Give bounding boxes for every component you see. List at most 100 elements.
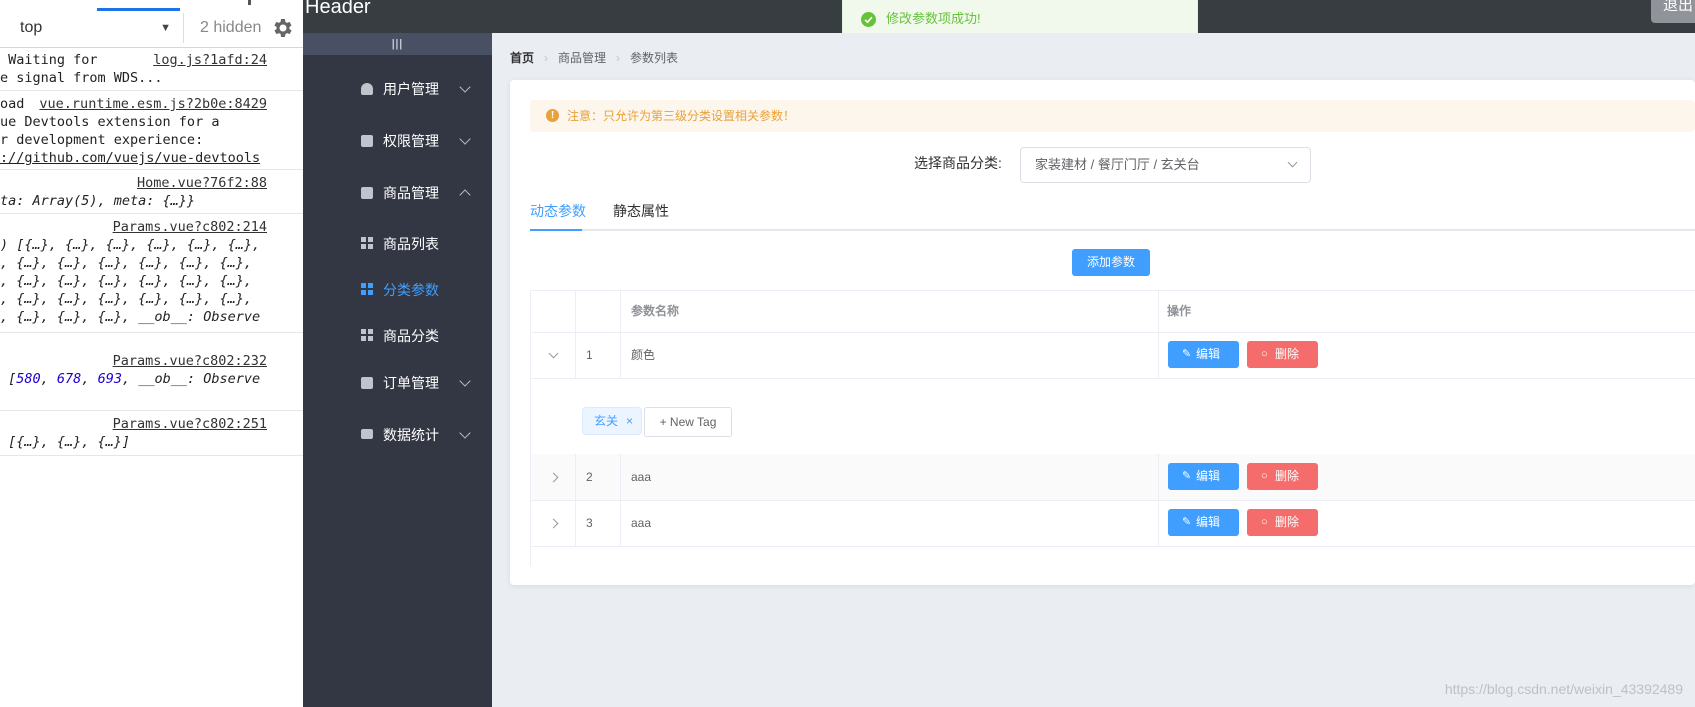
- delete-button[interactable]: ○ 删除: [1247, 463, 1318, 490]
- expand-cell[interactable]: [531, 454, 576, 500]
- sidebar-item-goods[interactable]: 商品管理: [303, 167, 492, 219]
- sidebar-subitem-label: 分类参数: [383, 282, 439, 298]
- breadcrumb-separator-icon: ›: [544, 51, 549, 65]
- console-source-link[interactable]: vue.runtime.esm.js?2b0e:8429: [39, 95, 267, 113]
- caret-down-icon: ▼: [160, 22, 171, 34]
- index-cell: 1: [576, 332, 621, 378]
- edit-label: 编辑: [1196, 347, 1221, 361]
- row-index: 1: [586, 348, 593, 362]
- console-line: , {…}, {…}, {…}, {…}, {…}, {…},: [0, 291, 252, 307]
- search-icon: ○: [1261, 470, 1268, 482]
- sidebar-item-users[interactable]: 用户管理: [303, 63, 492, 115]
- console-entry: log.js?1afd:24 Waiting for e signal from…: [0, 47, 303, 91]
- console-line: [{…}, {…}, {…}]: [0, 434, 131, 450]
- tab-static-attrs[interactable]: 静态属性: [613, 203, 669, 219]
- context-value: top: [20, 19, 43, 36]
- table-row: 3 aaa ✎ 编辑 ○ 删除: [531, 500, 1695, 547]
- console-line: oad: [0, 96, 25, 112]
- hidden-count[interactable]: 2 hidden: [200, 13, 261, 43]
- console-entry: vue.runtime.esm.js?2b0e:8429 oad ue Devt…: [0, 91, 303, 170]
- delete-button[interactable]: ○ 删除: [1247, 509, 1318, 536]
- console-entry: Home.vue?76f2:88 ta: Array(5), meta: {…}…: [0, 170, 303, 214]
- sidebar-item-label: 商品管理: [383, 185, 439, 201]
- alert-text: 注意：只允许为第三级分类设置相关参数！: [567, 109, 796, 123]
- console-link[interactable]: ://github.com/vuejs/vue-devtools: [0, 149, 260, 167]
- console-source-link[interactable]: Params.vue?c802:214: [113, 218, 267, 236]
- tab-dynamic-params[interactable]: 动态参数: [530, 203, 586, 219]
- cube-icon: [361, 135, 373, 147]
- main-content: 首页 › 商品管理 › 参数列表 ! 注意：只允许为第三级分类设置相关参数！ 选择商品分…: [492, 33, 1695, 707]
- actions-cell: ✎ 编辑 ○ 删除: [1159, 454, 1695, 500]
- bag-icon: [361, 187, 373, 199]
- sidebar-item-orders[interactable]: 订单管理: [303, 357, 492, 409]
- edit-button[interactable]: ✎ 编辑: [1168, 509, 1239, 536]
- devtools-console: top ▼ 2 hidden log.js?1afd:24 Waiting fo…: [0, 0, 304, 707]
- chevron-down-icon[interactable]: [548, 348, 559, 359]
- sidebar-subitem-params[interactable]: 分类参数: [303, 267, 492, 313]
- console-source-link[interactable]: Params.vue?c802:251: [113, 415, 267, 433]
- delete-label: 删除: [1275, 515, 1300, 529]
- delete-label: 删除: [1275, 347, 1300, 361]
- console-number: 693: [97, 371, 122, 387]
- chevron-down-icon: [1287, 157, 1298, 168]
- watermark: https://blog.csdn.net/weixin_43392489: [1444, 681, 1683, 697]
- context-selector[interactable]: top ▼: [8, 13, 184, 43]
- sidebar-item-stats[interactable]: 数据统计: [303, 409, 492, 461]
- console-line: e signal from WDS...: [0, 70, 163, 86]
- chevron-up-icon: [459, 189, 471, 201]
- logout-button[interactable]: 退出: [1651, 0, 1695, 23]
- success-check-icon: [861, 12, 876, 27]
- param-name: 颜色: [631, 348, 656, 362]
- user-icon: [361, 83, 373, 95]
- table-row: 2 aaa ✎ 编辑 ○ 删除: [531, 454, 1695, 501]
- actions-cell: ✎ 编辑 ○ 删除: [1159, 332, 1695, 378]
- new-tag-button[interactable]: + New Tag: [644, 407, 732, 437]
- sidebar: ||| 用户管理 权限管理 商品管理 商品列表 分类参数 商品分类 订单管理 数…: [303, 33, 492, 707]
- add-param-button[interactable]: 添加参数: [1072, 249, 1150, 276]
- console-line: ue Devtools extension for a: [0, 114, 220, 130]
- category-value: 家装建材 / 餐厅门厅 / 玄关台: [1035, 157, 1200, 172]
- expand-cell[interactable]: [531, 500, 576, 546]
- edit-button[interactable]: ✎ 编辑: [1168, 341, 1239, 368]
- sidebar-subitem-goods-list[interactable]: 商品列表: [303, 221, 492, 267]
- sidebar-item-label: 订单管理: [383, 375, 439, 391]
- console-toolbar: top ▼ 2 hidden: [0, 0, 303, 48]
- delete-label: 删除: [1275, 469, 1300, 483]
- sidebar-item-label: 用户管理: [383, 81, 439, 97]
- active-tab-underline: [530, 229, 582, 231]
- console-line: Waiting for: [0, 52, 98, 68]
- edit-button[interactable]: ✎ 编辑: [1168, 463, 1239, 490]
- chevron-down-icon: [459, 133, 471, 145]
- sidebar-toggle-button[interactable]: |||: [303, 33, 492, 55]
- sidebar-item-permissions[interactable]: 权限管理: [303, 115, 492, 167]
- sidebar-subitem-label: 商品列表: [383, 236, 439, 252]
- sidebar-subitem-categories[interactable]: 商品分类: [303, 313, 492, 359]
- clipboard-icon: [361, 377, 373, 389]
- index-cell: 3: [576, 500, 621, 546]
- console-entry: Params.vue?c802:214 ) [{…}, {…}, {…}, {……: [0, 214, 303, 333]
- table-header-cell: [531, 291, 576, 332]
- search-icon: ○: [1261, 348, 1268, 360]
- category-label: 选择商品分类:: [914, 155, 1002, 171]
- console-source-link[interactable]: Params.vue?c802:232: [113, 352, 267, 370]
- console-source-link[interactable]: log.js?1afd:24: [153, 51, 267, 69]
- console-line: , {…}, {…}, {…}, {…}, {…}, {…},: [0, 273, 252, 289]
- console-line: r development experience:: [0, 132, 204, 148]
- expand-cell[interactable]: [531, 332, 576, 378]
- table-header-row: 参数名称 操作: [531, 291, 1695, 333]
- chevron-right-icon[interactable]: [548, 518, 559, 529]
- delete-button[interactable]: ○ 删除: [1247, 341, 1318, 368]
- breadcrumb-home[interactable]: 首页: [510, 51, 534, 65]
- category-cascader[interactable]: 家装建材 / 餐厅门厅 / 玄关台: [1020, 147, 1311, 183]
- console-line: ) [{…}, {…}, {…}, {…}, {…}, {…},: [0, 237, 261, 253]
- monitor-icon: [361, 429, 373, 439]
- close-icon[interactable]: ×: [626, 408, 633, 434]
- chevron-right-icon[interactable]: [548, 472, 559, 483]
- active-tab-indicator: [97, 8, 180, 11]
- name-cell: 颜色: [621, 332, 1159, 378]
- breadcrumb: 首页 › 商品管理 › 参数列表: [510, 49, 684, 66]
- console-source-link[interactable]: Home.vue?76f2:88: [137, 174, 267, 192]
- param-tag: 玄关 ×: [582, 407, 642, 435]
- edit-icon: ✎: [1182, 348, 1192, 360]
- gear-icon[interactable]: [270, 16, 294, 40]
